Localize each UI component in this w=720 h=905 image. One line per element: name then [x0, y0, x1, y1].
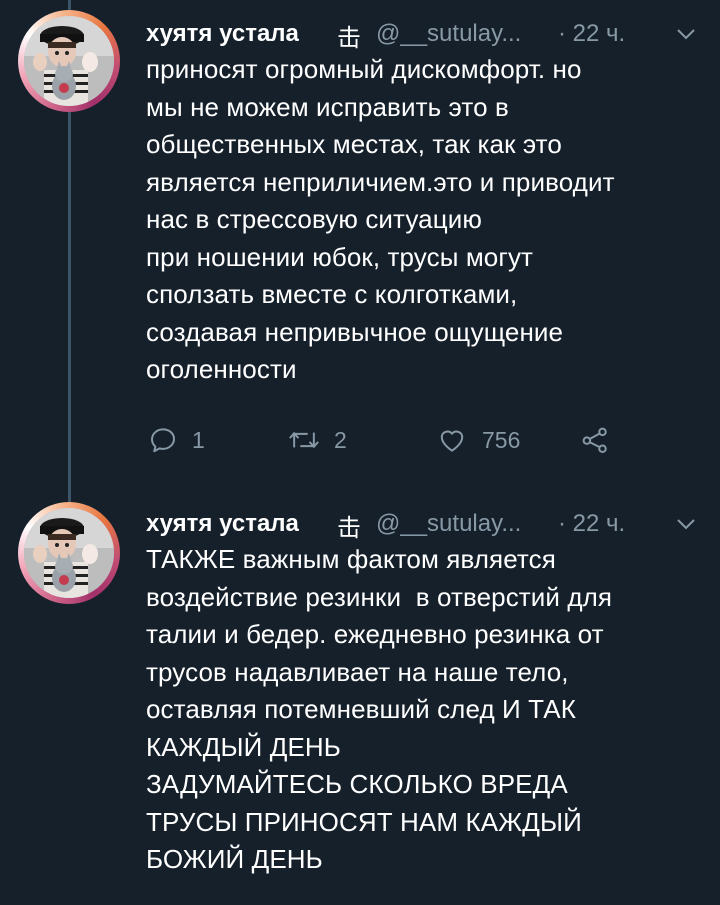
- reply-button[interactable]: 1: [148, 420, 205, 460]
- display-name[interactable]: хуятя устала: [146, 20, 299, 48]
- name-badge: 击: [337, 515, 361, 542]
- avatar[interactable]: [18, 10, 120, 112]
- display-name[interactable]: хуятя устала: [146, 510, 299, 538]
- name-badge: 击: [337, 25, 361, 52]
- like-button[interactable]: 756: [436, 420, 520, 460]
- timestamp[interactable]: · 22 ч.: [558, 20, 625, 48]
- timestamp[interactable]: · 22 ч.: [558, 510, 625, 538]
- reply-icon: [151, 428, 175, 453]
- tweet-2[interactable]: хуятя устала 击 @__sutulay... · 22 ч. ТАК…: [0, 490, 720, 905]
- retweet-icon: [289, 431, 319, 449]
- retweet-button[interactable]: 2: [288, 420, 347, 460]
- avatar[interactable]: [18, 502, 120, 604]
- handle[interactable]: @__sutulay...: [376, 510, 521, 538]
- share-icon: [582, 427, 607, 453]
- chevron-down-icon[interactable]: [674, 512, 698, 536]
- tweet-actions: 1 2 756: [148, 420, 668, 460]
- tweet-body: хуятя устала 击 @__sutulay... · 22 ч. ТАК…: [146, 506, 720, 879]
- handle[interactable]: @__sutulay...: [376, 20, 521, 48]
- tweet-text: приносят огромный дискомфорт. но мы не м…: [146, 54, 615, 384]
- avatar-image: [24, 508, 114, 598]
- reply-count: 1: [192, 426, 205, 453]
- retweet-count: 2: [334, 426, 347, 453]
- tweet-header: хуятя устала 击 @__sutulay... · 22 ч.: [146, 506, 720, 542]
- heart-icon: [440, 430, 464, 452]
- tweet-body: хуятя устала 击 @__sutulay... · 22 ч. при…: [146, 16, 720, 389]
- share-button[interactable]: [580, 420, 610, 460]
- like-count: 756: [482, 426, 521, 453]
- tweet-1[interactable]: хуятя устала 击 @__sutulay... · 22 ч. при…: [0, 0, 720, 490]
- chevron-down-icon[interactable]: [674, 22, 698, 46]
- tweet-text: ТАКЖЕ важным фактом является воздействие…: [146, 544, 613, 874]
- avatar-image: [24, 16, 114, 106]
- tweet-header: хуятя устала 击 @__sutulay... · 22 ч.: [146, 16, 720, 52]
